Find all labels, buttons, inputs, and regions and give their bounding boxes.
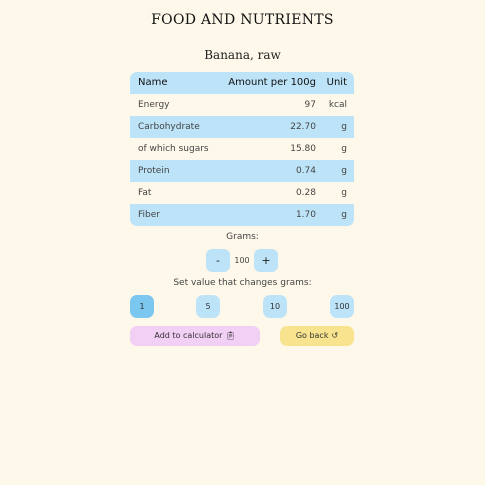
step-option-5[interactable]: 5 — [196, 295, 220, 318]
step-label: Set value that changes grams: — [173, 278, 312, 288]
nutrient-name: Energy — [138, 100, 170, 110]
table-row: Fat 0.28 g — [130, 182, 354, 204]
nutrient-unit: kcal — [328, 100, 347, 110]
nutrient-name: Fiber — [138, 210, 160, 220]
go-back-label: Go back — [295, 331, 329, 340]
table-row: Fiber 1.70 g — [130, 204, 354, 226]
step-option-100[interactable]: 100 — [330, 295, 354, 318]
add-to-calculator-label: Add to calculator — [154, 331, 223, 340]
table-row: Carbohydrate 22.70 g — [130, 116, 354, 138]
table-header: Name Amount per 100g Unit — [130, 72, 354, 94]
nutrient-name: Carbohydrate — [138, 122, 200, 132]
nutrient-unit: g — [341, 144, 347, 154]
table-row: Protein 0.74 g — [130, 160, 354, 182]
nutrient-unit: g — [341, 166, 347, 176]
nutrient-table: Name Amount per 100g Unit Energy 97 kcal… — [130, 72, 354, 226]
add-to-calculator-button[interactable]: Add to calculator 📋︎ — [130, 326, 260, 346]
grams-label: Grams: — [226, 232, 259, 242]
step-option-10[interactable]: 10 — [263, 295, 287, 318]
nutrient-amount: 15.80 — [290, 144, 316, 154]
nutrient-amount: 22.70 — [290, 122, 316, 132]
grams-value: 100 — [234, 256, 250, 265]
page-title: FOOD AND NUTRIENTS — [151, 12, 334, 28]
column-header-name: Name — [138, 77, 168, 88]
table-row: Energy 97 kcal — [130, 94, 354, 116]
nutrient-amount: 0.28 — [295, 188, 316, 198]
go-back-button[interactable]: Go back ↺ — [280, 326, 354, 346]
food-name: Banana, raw — [204, 48, 281, 62]
decrement-button[interactable]: - — [206, 249, 230, 272]
nutrient-unit: g — [341, 188, 347, 198]
food-detail-page: FOOD AND NUTRIENTS Banana, raw Name Amou… — [0, 0, 485, 485]
table-row: of which sugars 15.80 g — [130, 138, 354, 160]
nutrient-unit: g — [341, 210, 347, 220]
step-option-1[interactable]: 1 — [130, 295, 154, 318]
nutrient-amount: 0.74 — [295, 166, 316, 176]
nutrient-unit: g — [341, 122, 347, 132]
increment-button[interactable]: + — [254, 249, 278, 272]
nutrient-name: Fat — [138, 188, 152, 198]
column-header-unit: Unit — [326, 77, 347, 88]
nutrient-amount: 97 — [304, 100, 316, 110]
column-header-amount: Amount per 100g — [228, 77, 316, 88]
nutrient-name: Protein — [138, 166, 170, 176]
undo-arrow-icon: ↺ — [331, 331, 339, 340]
clipboard-icon: 📋︎ — [225, 331, 236, 340]
nutrient-amount: 1.70 — [295, 210, 316, 220]
nutrient-name: of which sugars — [138, 144, 209, 154]
